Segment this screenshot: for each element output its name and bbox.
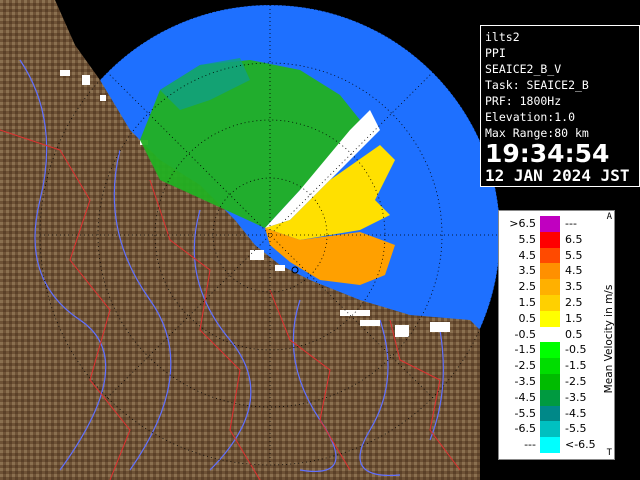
legend-color-swatch bbox=[540, 421, 560, 438]
legend-row: -4.5 -3.5 bbox=[499, 389, 614, 406]
legend-row: >6.5 --- bbox=[499, 216, 614, 232]
legend-color-swatch bbox=[540, 263, 560, 280]
legend-high-value: 6.5 bbox=[565, 232, 583, 246]
legend-low-value: -6.5 bbox=[514, 422, 536, 436]
legend-high-value: --- bbox=[565, 217, 577, 230]
legend-title: Mean Velocity in m/s bbox=[603, 284, 615, 394]
legend-row: --- <-6.5 bbox=[499, 437, 614, 453]
legend-high-value: 4.5 bbox=[565, 264, 583, 278]
legend-low-value: 4.5 bbox=[518, 248, 537, 262]
legend-title-container: Mean Velocity in m/s bbox=[603, 269, 615, 409]
legend-high-value: 5.5 bbox=[565, 248, 583, 262]
legend-low-value: -0.5 bbox=[514, 327, 536, 341]
legend-color-swatch bbox=[540, 389, 560, 406]
legend-row: 4.5 5.5 bbox=[499, 247, 614, 264]
legend-low-value: -4.5 bbox=[514, 390, 536, 404]
legend-low-value: --- bbox=[524, 438, 536, 452]
legend-high-value: -5.5 bbox=[565, 422, 587, 436]
legend-low-value: -3.5 bbox=[514, 375, 536, 388]
prf-value: PRF: 1800Hz bbox=[485, 94, 562, 108]
elevation-value: Elevation:1.0 bbox=[485, 110, 576, 124]
task-name: Task: SEAICE2_B bbox=[485, 78, 589, 92]
legend-bottom-mark: T bbox=[606, 448, 612, 458]
legend-low-value: -1.5 bbox=[514, 343, 536, 357]
legend-low-value: -2.5 bbox=[514, 359, 536, 373]
legend-color-swatch bbox=[540, 216, 560, 232]
legend-color-swatch bbox=[540, 295, 560, 311]
legend-color-swatch bbox=[540, 247, 560, 264]
legend-row: 0.5 1.5 bbox=[499, 310, 614, 327]
legend-row: -3.5 -2.5 bbox=[499, 374, 614, 390]
legend-row: 2.5 3.5 bbox=[499, 279, 614, 295]
legend-color-swatch bbox=[540, 374, 560, 390]
legend-low-value: -5.5 bbox=[514, 406, 536, 420]
legend-high-value: 3.5 bbox=[565, 280, 583, 294]
legend-row: 5.5 6.5 bbox=[499, 231, 614, 248]
legend-low-value: 5.5 bbox=[518, 232, 537, 246]
legend-high-value: <-6.5 bbox=[565, 438, 596, 452]
legend-color-swatch bbox=[540, 326, 560, 343]
legend-high-value: -0.5 bbox=[565, 343, 587, 357]
legend-row: 1.5 2.5 bbox=[499, 295, 614, 311]
legend-color-swatch bbox=[540, 342, 560, 359]
legend-high-value: 1.5 bbox=[565, 311, 583, 325]
legend-row: -2.5 -1.5 bbox=[499, 358, 614, 374]
velocity-legend: >6.5 --- 5.5 6.5 4.5 5.5 3.5 4.5 2.5 3.5 1.5 2.5 0.5… bbox=[498, 210, 615, 460]
legend-high-value: -1.5 bbox=[565, 359, 587, 373]
legend-high-value: -4.5 bbox=[565, 406, 587, 420]
legend-low-value: >6.5 bbox=[509, 217, 536, 230]
legend-high-value: -2.5 bbox=[565, 375, 587, 388]
legend-color-swatch bbox=[540, 437, 560, 453]
legend-low-value: 2.5 bbox=[518, 280, 537, 294]
scan-time: 19:34:54 bbox=[485, 139, 610, 168]
legend-color-swatch bbox=[540, 310, 560, 327]
legend-low-value: 3.5 bbox=[518, 264, 537, 278]
site-name: ilts2 bbox=[485, 30, 520, 44]
legend-color-swatch bbox=[540, 358, 560, 374]
legend-high-value: -3.5 bbox=[565, 390, 587, 404]
legend-row: -0.5 0.5 bbox=[499, 326, 614, 343]
product-name: SEAICE2_B_V bbox=[485, 62, 562, 76]
scan-type: PPI bbox=[485, 46, 506, 60]
legend-high-value: 2.5 bbox=[565, 296, 583, 309]
legend-color-swatch bbox=[540, 279, 560, 295]
legend-row: -6.5 -5.5 bbox=[499, 421, 614, 438]
legend-row: 3.5 4.5 bbox=[499, 263, 614, 280]
legend-row: -5.5 -4.5 bbox=[499, 405, 614, 422]
scan-info-panel: ilts2 PPI SEAICE2_B_V Task: SEAICE2_B PR… bbox=[480, 25, 640, 187]
legend-low-value: 0.5 bbox=[518, 311, 537, 325]
legend-color-swatch bbox=[540, 405, 560, 422]
legend-top-mark: A bbox=[606, 212, 612, 222]
legend-color-swatch bbox=[540, 231, 560, 248]
legend-row: -1.5 -0.5 bbox=[499, 342, 614, 359]
scan-date: 12 JAN 2024 JST bbox=[485, 166, 630, 185]
legend-high-value: 0.5 bbox=[565, 327, 583, 341]
legend-low-value: 1.5 bbox=[518, 296, 537, 309]
